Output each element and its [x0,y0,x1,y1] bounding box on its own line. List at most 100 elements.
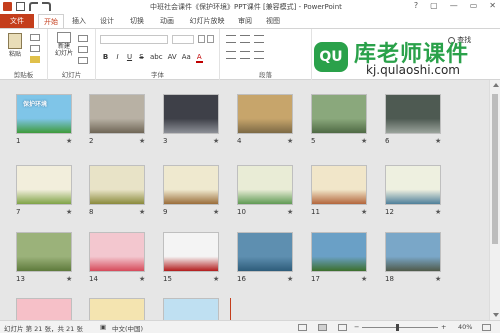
ribbon-display-button[interactable]: ▢ [430,1,438,10]
transition-star-icon[interactable]: ★ [139,208,145,216]
layout-icon[interactable] [78,35,88,42]
transition-star-icon[interactable]: ★ [139,137,145,145]
new-slide-button[interactable]: 新建 幻灯片 [54,32,74,57]
language-status[interactable]: 中文(中国) [112,323,143,333]
transition-star-icon[interactable]: ★ [213,208,219,216]
vertical-scrollbar[interactable] [489,80,500,320]
fit-to-window-icon[interactable] [482,324,491,331]
help-button[interactable]: ? [414,1,418,10]
zoom-in-button[interactable]: + [441,323,446,331]
slide-number: 4 [237,137,242,145]
slide-thumbnail[interactable] [237,232,293,272]
slide-thumbnail[interactable] [385,165,441,205]
slide-thumbnail[interactable] [89,298,145,320]
transition-star-icon[interactable]: ★ [66,137,72,145]
font-color-button[interactable]: A [195,53,203,63]
slide-thumbnail[interactable] [311,94,367,134]
bold-button[interactable]: B [102,53,109,63]
transition-star-icon[interactable]: ★ [435,137,441,145]
align-right-icon[interactable] [254,51,264,59]
slide-thumbnail[interactable] [89,94,145,134]
section-icon[interactable] [78,57,88,64]
align-center-icon[interactable] [240,51,250,59]
align-left-icon[interactable] [226,51,236,59]
transition-star-icon[interactable]: ★ [66,208,72,216]
slide-thumbnail[interactable]: 保护环境 [16,94,72,134]
font-family-dropdown[interactable] [100,35,168,44]
transition-star-icon[interactable]: ★ [287,275,293,283]
transition-star-icon[interactable]: ★ [66,275,72,283]
slide-thumbnail[interactable] [16,232,72,272]
slide-number: 15 [163,275,172,283]
transition-star-icon[interactable]: ★ [287,208,293,216]
slide-thumbnail[interactable] [16,298,72,320]
redo-icon[interactable] [42,2,51,11]
tab-slideshow[interactable]: 幻灯片放映 [184,14,230,28]
transition-star-icon[interactable]: ★ [287,137,293,145]
scroll-down-icon[interactable] [493,313,499,317]
tab-animations[interactable]: 动画 [156,14,178,28]
transition-star-icon[interactable]: ★ [139,275,145,283]
tab-design[interactable]: 设计 [96,14,118,28]
minimize-button[interactable]: — [450,1,458,10]
text-shadow-button[interactable]: abc [150,53,163,63]
save-icon[interactable] [16,2,25,11]
transition-star-icon[interactable]: ★ [361,137,367,145]
maximize-button[interactable]: ▭ [470,1,478,10]
transition-star-icon[interactable]: ★ [213,137,219,145]
zoom-slider-knob[interactable] [396,324,399,331]
shrink-font-icon[interactable] [207,35,214,43]
indent-icon[interactable] [254,35,264,43]
reading-view-icon[interactable] [338,324,347,331]
bullets-icon[interactable] [226,35,236,43]
spellcheck-icon[interactable]: ▣ [100,323,106,331]
close-button[interactable]: ✕ [489,1,496,10]
cut-icon[interactable] [30,34,40,41]
transition-star-icon[interactable]: ★ [435,208,441,216]
grow-font-icon[interactable] [198,35,205,43]
slide-thumbnail[interactable] [163,232,219,272]
slide-thumbnail[interactable] [163,165,219,205]
transition-star-icon[interactable]: ★ [213,275,219,283]
underline-button[interactable]: U [126,53,133,63]
char-spacing-button[interactable]: AV [168,53,177,63]
slide-thumbnail[interactable] [89,165,145,205]
slide-thumbnail[interactable] [163,298,219,320]
slide-thumbnail[interactable] [163,94,219,134]
slide-thumbnail[interactable] [237,165,293,205]
slide-sorter-view-icon[interactable] [318,324,327,331]
slide-thumbnail[interactable] [385,232,441,272]
slide-number: 16 [237,275,246,283]
reset-icon[interactable] [78,46,88,53]
zoom-slider[interactable] [362,327,438,328]
undo-icon[interactable] [29,2,38,11]
tab-home[interactable]: 开始 [38,14,64,28]
scroll-up-icon[interactable] [493,83,499,87]
numbering-icon[interactable] [240,35,250,43]
slide-thumbnail[interactable] [237,94,293,134]
tab-transitions[interactable]: 切换 [126,14,148,28]
tab-insert[interactable]: 插入 [68,14,90,28]
format-painter-icon[interactable] [30,56,40,63]
font-size-dropdown[interactable] [172,35,194,44]
normal-view-icon[interactable] [298,324,307,331]
tab-view[interactable]: 视图 [262,14,284,28]
tab-file[interactable]: 文件 [0,14,34,28]
paste-button[interactable]: 粘贴 [4,33,26,58]
slide-thumbnail[interactable] [89,232,145,272]
scroll-thumb[interactable] [492,94,498,244]
zoom-level[interactable]: 40% [458,323,472,331]
italic-button[interactable]: I [114,53,121,63]
slide-thumbnail[interactable] [311,232,367,272]
change-case-button[interactable]: Aa [182,53,191,63]
copy-icon[interactable] [30,45,40,52]
slide-thumbnail[interactable] [16,165,72,205]
tab-review[interactable]: 审阅 [234,14,256,28]
strikethrough-button[interactable]: S [138,53,145,63]
slide-thumbnail[interactable] [385,94,441,134]
zoom-out-button[interactable]: − [354,323,359,331]
slide-thumbnail[interactable] [311,165,367,205]
transition-star-icon[interactable]: ★ [361,208,367,216]
transition-star-icon[interactable]: ★ [361,275,367,283]
transition-star-icon[interactable]: ★ [435,275,441,283]
